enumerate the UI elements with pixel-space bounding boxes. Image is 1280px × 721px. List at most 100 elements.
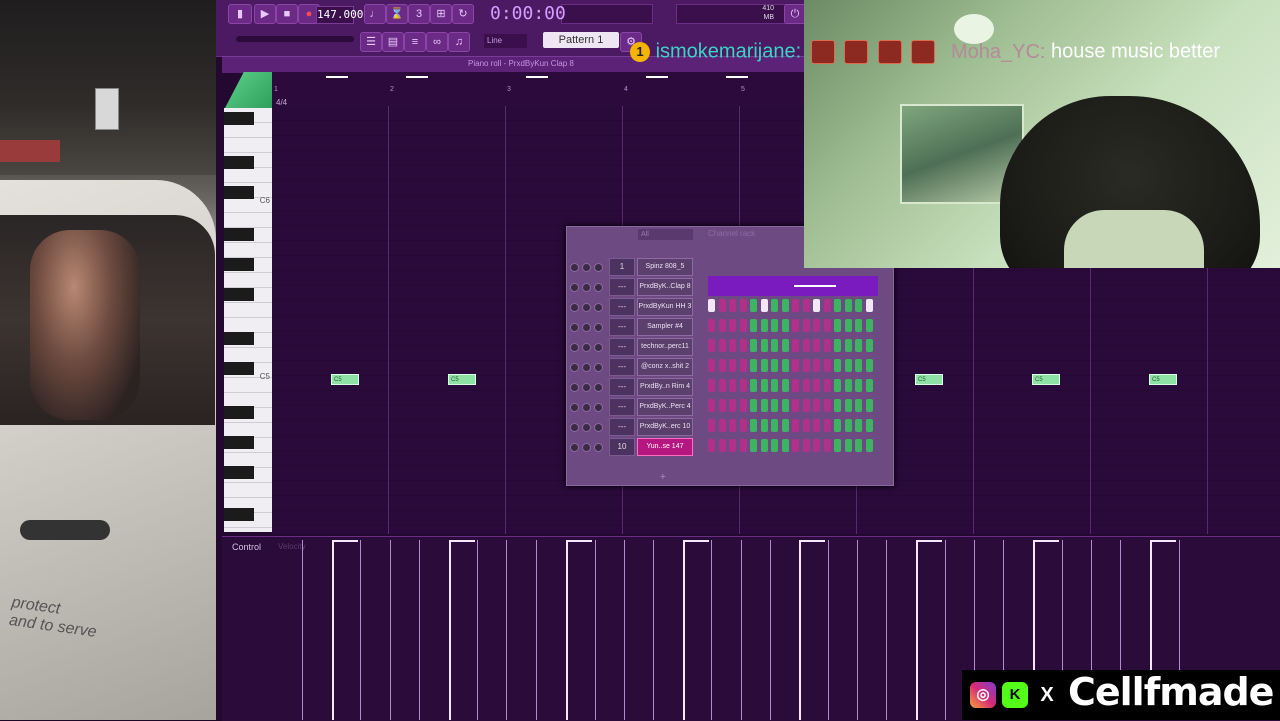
step-button[interactable] <box>750 439 757 452</box>
velocity-bar[interactable] <box>595 540 596 720</box>
step-button[interactable] <box>865 299 873 312</box>
step-button[interactable] <box>823 359 831 372</box>
step-button[interactable] <box>729 439 736 452</box>
step-button[interactable] <box>750 399 757 412</box>
pan-knob[interactable] <box>582 283 591 292</box>
step-button[interactable] <box>844 419 852 432</box>
step-button[interactable] <box>865 379 873 392</box>
step-button[interactable] <box>750 319 757 332</box>
power-icon[interactable]: ⏻ <box>784 4 806 24</box>
volume-knob[interactable] <box>594 383 603 392</box>
step-button[interactable] <box>750 359 757 372</box>
step-button[interactable] <box>718 379 726 392</box>
step-button[interactable] <box>771 299 778 312</box>
step-button[interactable] <box>792 359 799 372</box>
step-button[interactable] <box>781 299 789 312</box>
channel-row[interactable]: --- PrxdByKun HH 3 <box>570 298 882 316</box>
step-button[interactable] <box>844 339 852 352</box>
step-button[interactable] <box>708 339 715 352</box>
step-button[interactable] <box>750 339 757 352</box>
step-button[interactable] <box>844 399 852 412</box>
channel-row[interactable]: 10 Yun..se 147 <box>570 438 882 456</box>
black-key[interactable] <box>224 362 254 375</box>
velocity-bar[interactable] <box>770 540 771 720</box>
step-button[interactable] <box>781 319 789 332</box>
step-button[interactable] <box>718 319 726 332</box>
black-key[interactable] <box>224 156 254 169</box>
velocity-bar[interactable] <box>886 540 887 720</box>
mute-led[interactable] <box>570 283 579 292</box>
wait-icon[interactable]: ⌛ <box>386 4 408 24</box>
step-button[interactable] <box>708 399 715 412</box>
mixer-track-number[interactable]: --- <box>609 298 635 316</box>
step-button[interactable] <box>823 319 831 332</box>
step-button[interactable] <box>844 439 852 452</box>
step-button[interactable] <box>760 319 768 332</box>
step-button[interactable] <box>834 299 841 312</box>
mixer-track-number[interactable]: --- <box>609 418 635 436</box>
velocity-bar[interactable] <box>683 540 685 720</box>
loop-record-icon[interactable]: ↻ <box>452 4 474 24</box>
velocity-bar[interactable] <box>360 540 361 720</box>
step-button[interactable] <box>844 359 852 372</box>
step-button[interactable] <box>802 339 810 352</box>
step-button[interactable] <box>729 359 736 372</box>
step-button[interactable] <box>708 359 715 372</box>
link-icon[interactable]: ∞ <box>426 32 448 52</box>
step-button[interactable] <box>718 359 726 372</box>
channel-name-button[interactable]: PrxdBy..n Rim 4 <box>637 378 693 396</box>
velocity-bar[interactable] <box>945 540 946 720</box>
step-button[interactable] <box>771 419 778 432</box>
note-block[interactable]: C5 <box>331 374 359 385</box>
step-button[interactable] <box>813 359 820 372</box>
velocity-bar[interactable] <box>477 540 478 720</box>
channel-row[interactable]: --- PrxdByK..Perc 4 <box>570 398 882 416</box>
channel-row[interactable]: --- PrxdBy..n Rim 4 <box>570 378 882 396</box>
volume-knob[interactable] <box>594 423 603 432</box>
pan-knob[interactable] <box>582 383 591 392</box>
step-button[interactable] <box>834 399 841 412</box>
play-icon[interactable]: ▶ <box>254 4 276 24</box>
step-button[interactable] <box>718 439 726 452</box>
velocity-bar[interactable] <box>449 540 451 720</box>
step-button[interactable] <box>823 299 831 312</box>
step-button[interactable] <box>823 399 831 412</box>
step-button[interactable] <box>760 439 768 452</box>
stop-icon[interactable]: ■ <box>276 4 298 24</box>
step-button[interactable] <box>771 339 778 352</box>
channel-row[interactable]: --- technor..perc11 <box>570 338 882 356</box>
pan-knob[interactable] <box>582 403 591 412</box>
black-key[interactable] <box>224 112 254 125</box>
velocity-bar[interactable] <box>536 540 537 720</box>
volume-knob[interactable] <box>594 363 603 372</box>
step-button[interactable] <box>739 339 747 352</box>
velocity-bar[interactable] <box>653 540 654 720</box>
step-button[interactable] <box>750 419 757 432</box>
velocity-bar[interactable] <box>302 540 303 720</box>
mute-led[interactable] <box>570 403 579 412</box>
channel-row[interactable]: --- Sampler #4 <box>570 318 882 336</box>
piano-roll-icon[interactable]: ▤ <box>382 32 404 52</box>
step-button[interactable] <box>739 419 747 432</box>
step-button[interactable] <box>865 339 873 352</box>
step-button[interactable] <box>729 399 736 412</box>
channel-name-button[interactable]: PrxdByK..Perc 4 <box>637 398 693 416</box>
mixer-track-number[interactable]: --- <box>609 338 635 356</box>
velocity-bar[interactable] <box>332 540 334 720</box>
black-key[interactable] <box>224 436 254 449</box>
channel-name-button[interactable]: PrxdByK..erc 10 <box>637 418 693 436</box>
step-button[interactable] <box>760 399 768 412</box>
step-button[interactable] <box>813 299 820 312</box>
step-button[interactable] <box>792 379 799 392</box>
step-button[interactable] <box>739 399 747 412</box>
step-button[interactable] <box>802 379 810 392</box>
step-button[interactable] <box>802 399 810 412</box>
volume-knob[interactable] <box>594 283 603 292</box>
pan-knob[interactable] <box>582 323 591 332</box>
step-button[interactable] <box>771 379 778 392</box>
step-button[interactable] <box>718 299 726 312</box>
step-button[interactable] <box>802 299 810 312</box>
step-button[interactable] <box>781 379 789 392</box>
step-button[interactable] <box>855 319 862 332</box>
control-dropdown[interactable]: Control <box>232 542 261 552</box>
